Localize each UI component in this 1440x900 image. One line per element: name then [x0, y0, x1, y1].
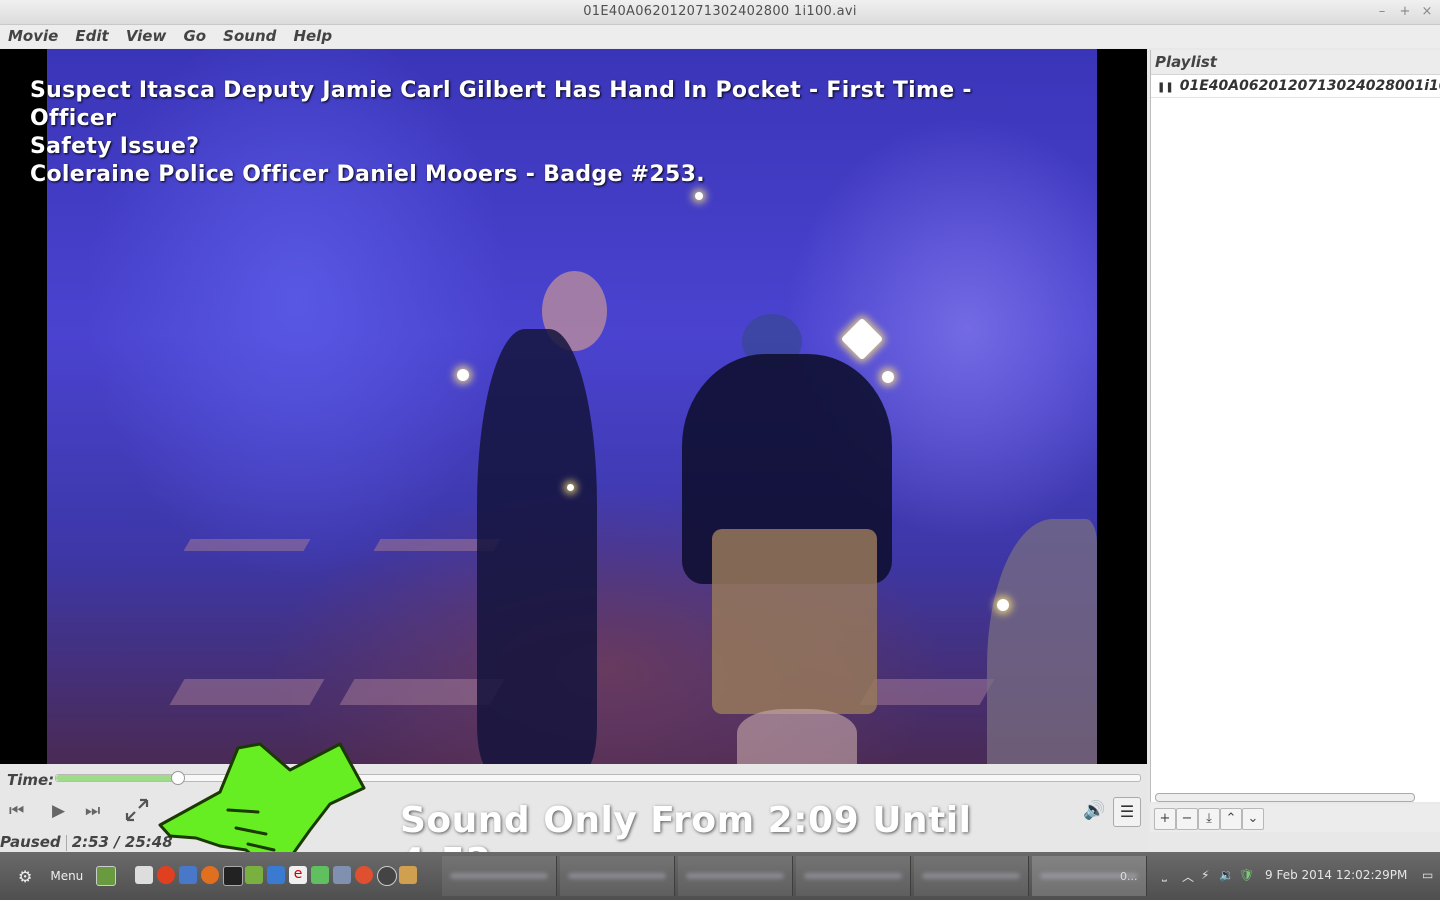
play-icon[interactable]: ▶ [52, 801, 65, 821]
taskbar-window[interactable] [914, 856, 1029, 896]
playlist-toolbar: + − ⤓ ⌃ ⌄ [1150, 804, 1440, 832]
document-icon[interactable] [267, 866, 285, 884]
caption-line-1: Suspect Itasca Deputy Jamie Carl Gilbert… [30, 78, 980, 131]
next-icon[interactable]: ⏭ [85, 801, 100, 821]
firefox-icon[interactable] [201, 866, 219, 884]
minimize-icon[interactable]: – [1373, 3, 1391, 21]
menu-movie[interactable]: Movie [8, 25, 58, 45]
fullscreen-icon[interactable] [124, 797, 150, 828]
disc-icon[interactable] [377, 866, 397, 886]
remove-icon[interactable]: − [1176, 808, 1198, 830]
move-down-icon[interactable]: ⌄ [1242, 808, 1264, 830]
start-menu-button[interactable]: ⚙ Menu [18, 867, 83, 886]
caption-line-3: Coleraine Police Officer Daniel Mooers -… [30, 162, 705, 187]
taskbar-window[interactable] [442, 856, 557, 896]
status-label: Paused [0, 833, 61, 851]
tray-window-icon[interactable]: ⎵ [1162, 868, 1167, 883]
video-area[interactable]: Suspect Itasca Deputy Jamie Carl Gilbert… [0, 49, 1147, 764]
playlist-item-name: 01E40A0620120713024028001i100. [1179, 78, 1440, 94]
gear-icon: ⚙ [18, 867, 33, 886]
notification-icon[interactable]: ▭ [1422, 868, 1433, 882]
app-icon[interactable] [311, 866, 329, 884]
playlist-panel: Playlist ❚❚ 01E40A0620120713024028001i100… [1150, 50, 1440, 802]
volume-icon[interactable]: 🔊 [1083, 800, 1105, 821]
clock: 9 Feb 2014 12:02:29PM [1265, 868, 1408, 882]
menu-view[interactable]: View [126, 25, 167, 45]
archive-icon[interactable] [399, 866, 417, 884]
menu-help[interactable]: Help [293, 25, 332, 45]
taskbar-window[interactable] [796, 856, 911, 896]
playback-status: Paused 2:53 / 25:48 [0, 833, 173, 851]
time-label: Time: [7, 771, 55, 789]
show-desktop-icon[interactable] [96, 866, 116, 886]
pointing-hand-icon [158, 742, 366, 866]
window-title: 01E40A062012071302402800 1i100.avi [583, 4, 857, 19]
media-icon[interactable] [355, 866, 373, 884]
playlist-toggle-icon[interactable]: ☰ [1113, 797, 1141, 827]
previous-icon[interactable]: ⏮ [9, 801, 24, 821]
taskbar-window-label: 0... [1120, 870, 1138, 883]
playlist-scrollbar[interactable] [1155, 793, 1415, 802]
save-icon[interactable]: ⤓ [1198, 808, 1220, 830]
menu-go[interactable]: Go [183, 25, 206, 45]
calculator-icon[interactable] [135, 866, 153, 884]
shield-icon[interactable]: 🛡 [1239, 868, 1254, 882]
playlist-item[interactable]: ❚❚ 01E40A0620120713024028001i100. [1151, 75, 1440, 98]
caption-line-2: Safety Issue? [30, 134, 200, 159]
taskbar-window[interactable] [560, 856, 675, 896]
network-icon[interactable]: ⚡ [1201, 868, 1209, 882]
menu-bar: Movie Edit View Go Sound Help [0, 25, 1440, 48]
add-icon[interactable]: + [1154, 808, 1176, 830]
video-caption: Suspect Itasca Deputy Jamie Carl Gilbert… [30, 77, 990, 189]
maximize-icon[interactable]: + [1396, 3, 1414, 21]
settings-app-icon[interactable] [333, 866, 351, 884]
close-icon[interactable]: × [1418, 3, 1436, 21]
file-manager-icon[interactable] [245, 866, 263, 884]
image-viewer-icon[interactable] [179, 866, 197, 884]
menu-sound[interactable]: Sound [223, 25, 276, 45]
pause-icon: ❚❚ [1157, 82, 1174, 93]
menu-edit[interactable]: Edit [75, 25, 108, 45]
start-menu-label: Menu [50, 869, 84, 883]
window-titlebar: 01E40A062012071302402800 1i100.avi – + × [0, 0, 1440, 25]
playlist-header: Playlist [1151, 50, 1440, 75]
volume-tray-icon[interactable]: 🔉 [1219, 868, 1234, 882]
browser-icon[interactable] [157, 866, 175, 884]
tray-expand-icon[interactable]: ︿ [1182, 868, 1194, 885]
editor-icon[interactable]: e [289, 866, 307, 884]
taskbar: ⚙ Menu e 0... ⎵ ︿ ⚡ 🔉 🛡 9 Feb 2014 12:02:… [0, 852, 1440, 900]
taskbar-window[interactable] [678, 856, 793, 896]
move-up-icon[interactable]: ⌃ [1220, 808, 1242, 830]
terminal-icon[interactable] [223, 866, 243, 886]
